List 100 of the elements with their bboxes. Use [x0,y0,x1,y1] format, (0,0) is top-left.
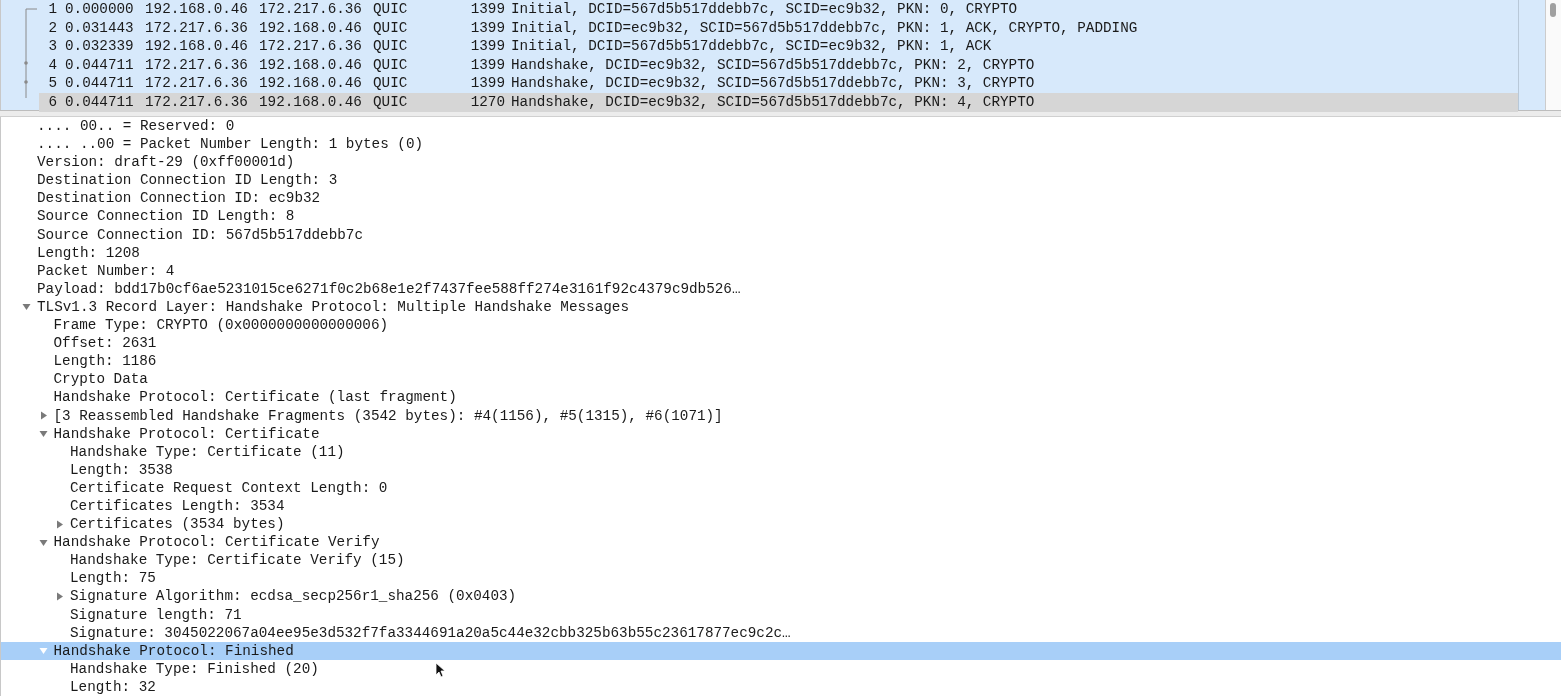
tree-item-text: .... 00.. = Reserved: 0 [37,117,235,136]
tree-item[interactable]: Certificates (3534 bytes) [1,515,1561,534]
table-cell-text: 1399 [469,0,505,19]
table-cell-text: 172.217.6.36 [258,37,363,56]
tree-item[interactable]: .... ..00 = Packet Number Length: 1 bytes (0) [1,135,1561,154]
table-cell-text: Initial, DCID=567d5b517ddebb7c, SCID=ec9b32, PKN: 0, CRYPTO [510,0,1019,19]
table-cell-text: 1399 [469,55,505,75]
table-cell-text: 1399 [469,74,505,93]
table-cell-text: 172.217.6.36 [144,18,249,38]
tree-item[interactable]: Handshake Protocol: Certificate (last fragment) [1,388,1561,407]
tree-item-text: Handshake Protocol: Certificate (last fragment) [53,388,457,407]
table-cell-text: 6 [47,92,57,112]
tree-item-text: Signature length: 71 [70,605,242,624]
table-cell-text: QUIC [372,37,409,56]
tree-item-text: Certificates Length: 3534 [70,496,285,516]
tree-item[interactable]: Frame Type: CRYPTO (0x0000000000000006) [1,316,1561,335]
mouse-pointer-icon [435,662,445,678]
table-cell-text: 0.044711 [64,55,135,75]
tree-item[interactable]: Handshake Protocol: Certificate [1,424,1561,443]
table-cell-text: 192.168.0.46 [258,92,363,112]
table-cell-text: QUIC [372,0,409,19]
table-cell-text: 0.031443 [64,18,135,38]
tree-item[interactable]: Handshake Type: Finished (20) [1,659,1561,678]
expand-arrow-icon[interactable] [55,519,64,529]
tree-item-text: Destination Connection ID Length: 3 [37,171,338,190]
tree-item-text: Offset: 2631 [53,334,157,353]
table-cell-text: 3 [47,37,57,56]
tree-item-text: Length: 75 [70,569,156,588]
tree-item-text: [3 Reassembled Handshake Fragments (3542 bytes): #4(1156), #5(1315), #6(1071)] [53,406,723,425]
tree-item-text: Certificates (3534 bytes) [70,515,285,534]
tree-item[interactable]: Length: 1208 [1,243,1561,262]
collapse-arrow-icon[interactable] [22,302,31,312]
tree-item[interactable]: Packet Number: 4 [1,261,1561,280]
tree-item-text: Signature Algorithm: ecdsa_secp256r1_sha256 (0x0403) [70,587,517,606]
tree-item[interactable]: Crypto Data [1,370,1561,389]
table-cell-text: QUIC [372,55,409,75]
table-cell-text: 2 [47,18,57,38]
tree-item[interactable]: Handshake Protocol: Certificate Verify [1,533,1561,552]
table-cell-text: QUIC [372,92,409,112]
tree-item[interactable]: Length: 32 [1,677,1561,696]
tree-item[interactable]: Version: draft-29 (0xff00001d) [1,153,1561,172]
tree-item[interactable]: Signature Algorithm: ecdsa_secp256r1_sha256 (0x0403) [1,587,1561,606]
table-cell-text: 0.044711 [64,74,135,93]
tree-item-text: Handshake Type: Finished (20) [70,659,319,678]
tree-item[interactable]: Source Connection ID Length: 8 [1,207,1561,226]
tree-item[interactable]: .... 00.. = Reserved: 0 [1,117,1561,136]
table-cell-text: QUIC [372,18,409,38]
tree-item-text: Source Connection ID: 567d5b517ddebb7c [37,225,364,244]
scrollbar[interactable] [1546,0,1561,110]
table-cell-text: 0.044711 [64,92,135,112]
table-cell-text: 0.000000 [64,0,135,19]
tree-item[interactable]: Length: 1186 [1,352,1561,371]
table-cell-text: 4 [47,55,57,75]
tree-item[interactable]: Destination Connection ID Length: 3 [1,171,1561,190]
collapse-arrow-icon[interactable] [38,537,48,547]
table-cell-text: 1 [47,0,57,19]
tree-item-text: Length: 32 [70,677,156,696]
tree-item-text: Source Connection ID Length: 8 [37,207,295,226]
tree-item[interactable]: Signature length: 71 [1,605,1561,624]
tree-item[interactable]: Destination Connection ID: ec9b32 [1,189,1561,208]
expand-arrow-icon[interactable] [38,411,48,421]
table-cell-text: 192.168.0.46 [258,74,363,93]
tree-item-text: Length: 1208 [37,243,140,262]
tree-item[interactable]: Offset: 2631 [1,334,1561,353]
table-cell-text: Handshake, DCID=ec9b32, SCID=567d5b517ddebb7c, PKN: 4, CRYPTO [510,92,1036,112]
tree-item-text: Length: 3538 [70,460,173,479]
collapse-arrow-icon[interactable] [38,429,48,439]
table-cell-text: 1399 [469,37,505,56]
table-cell-text: 192.168.0.46 [258,55,363,75]
tree-item-text: Signature: 3045022067a04ee95e3d532f7fa3344691a20a5c44e32cbb325b63b55c23617877ec9c2c… [70,623,791,642]
tree-item[interactable]: TLSv1.3 Record Layer: Handshake Protocol: Multiple Handshake Messages [1,297,1561,317]
tree-item[interactable]: Handshake Type: Certificate Verify (15) [1,551,1561,570]
table-cell-text: Initial, DCID=ec9b32, SCID=567d5b517ddebb7c, PKN: 1, ACK, CRYPTO, PADDING [510,18,1139,38]
expand-arrow-icon[interactable] [55,592,64,601]
tree-item[interactable]: Certificates Length: 3534 [1,496,1561,516]
tree-item[interactable]: Payload: bdd17b0cf6ae5231015ce6271f0c2b68e1e2f7437fee588ff274e3161f92c4379c9db526… [1,279,1561,298]
tree-item[interactable]: Length: 75 [1,569,1561,588]
tree-item[interactable]: Signature: 3045022067a04ee95e3d532f7fa3344691a20a5c44e32cbb325b63b55c23617877ec9c2c… [1,623,1561,642]
table-cell-text: 192.168.0.46 [258,18,363,38]
table-cell-text: 0.032339 [64,37,135,56]
tree-item-text: Version: draft-29 (0xff00001d) [37,153,295,172]
tree-item[interactable]: Source Connection ID: 567d5b517ddebb7c [1,225,1561,244]
tree-item[interactable]: Handshake Protocol: Finished [1,641,1561,660]
tree-item-text: Destination Connection ID: ec9b32 [37,189,321,208]
tree-item-text: Crypto Data [53,370,148,389]
tree-item-text: Handshake Protocol: Finished [53,641,294,660]
table-cell-text: QUIC [372,74,409,93]
tree-item[interactable]: Certificate Request Context Length: 0 [1,478,1561,497]
table-cell-text: 172.217.6.36 [144,55,249,75]
scrollbar-thumb[interactable] [1550,3,1556,17]
tree-item[interactable]: Handshake Type: Certificate (11) [1,442,1561,461]
table-cell-text: 192.168.0.46 [144,37,249,56]
tree-item-text: Certificate Request Context Length: 0 [70,478,388,497]
table-cell-text: Handshake, DCID=ec9b32, SCID=567d5b517ddebb7c, PKN: 3, CRYPTO [510,74,1036,93]
tree-item-text: Length: 1186 [53,352,157,371]
tree-item[interactable]: Length: 3538 [1,460,1561,479]
tree-item[interactable]: [3 Reassembled Handshake Fragments (3542 bytes): #4(1156), #5(1315), #6(1071)] [1,406,1561,425]
tree-item-text: Payload: bdd17b0cf6ae5231015ce6271f0c2b68e1e2f7437fee588ff274e3161f92c4379c9db526… [37,279,741,298]
tree-item-text: Handshake Type: Certificate (11) [70,442,345,461]
tree-item-text: Packet Number: 4 [37,261,175,280]
